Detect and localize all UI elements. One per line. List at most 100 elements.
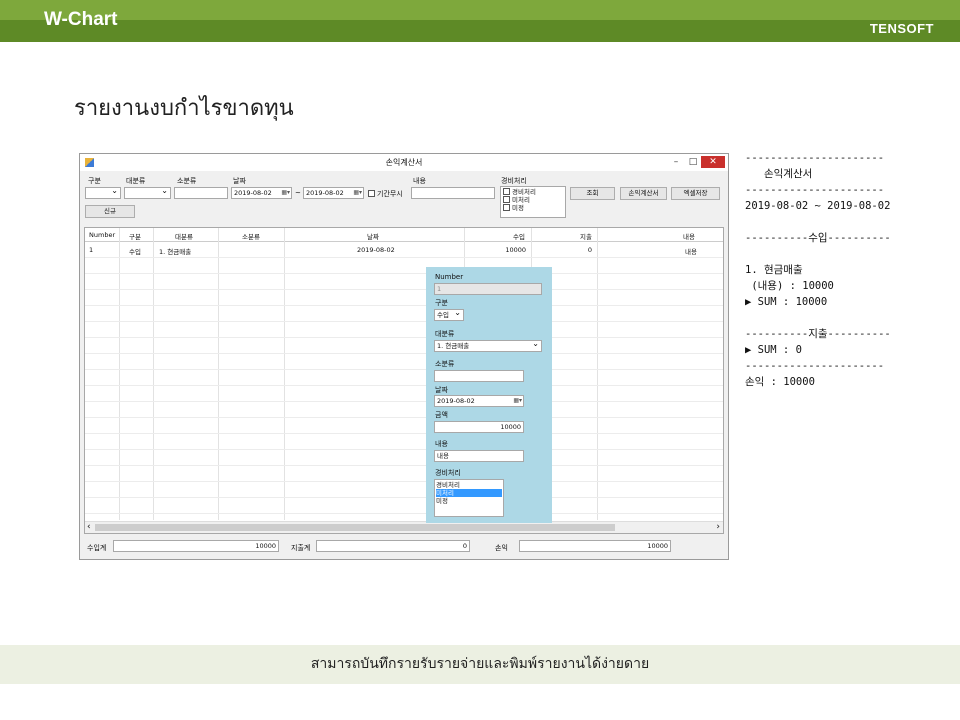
grid-divider xyxy=(119,228,120,520)
income-total-field[interactable]: 10000 xyxy=(113,540,279,552)
dlg-expense-list[interactable]: 경비처리 미처리 미정 xyxy=(434,479,504,517)
slide: W-Chart TENSOFT รายงานงบกำไรขาดทุน 손익계산서… xyxy=(0,0,960,720)
ignore-period-label: 기간무시 xyxy=(377,190,403,198)
app-icon xyxy=(85,158,94,167)
page-title: รายงานงบกำไรขาดทุน xyxy=(74,96,294,121)
col-income[interactable]: 수입 xyxy=(513,231,525,241)
date-to-value: 2019-08-02 xyxy=(306,189,344,197)
calendar-icon[interactable]: ▦▾ xyxy=(281,188,290,198)
report-line: ---------------------- xyxy=(745,152,885,164)
income-statement-window: 손익계산서 – □ ✕ 구분 대분류 소분류 날짜 내용 경비처리 2019-0… xyxy=(79,153,729,560)
grid-rowline xyxy=(85,401,723,402)
profit-label: 손익 xyxy=(495,544,508,552)
grid-rowline xyxy=(85,305,723,306)
checkbox-icon[interactable] xyxy=(503,196,510,203)
dlg-date-label: 날짜 xyxy=(435,386,448,394)
expense-filter-label: 경비처리 xyxy=(501,177,527,185)
minimize-button[interactable]: – xyxy=(668,156,684,168)
major-filter-select[interactable] xyxy=(124,187,171,199)
report-expense-sum: ▶ SUM : 0 xyxy=(745,344,802,356)
scrollbar-thumb[interactable] xyxy=(95,524,615,531)
ignore-period-checkbox[interactable]: 기간무시 xyxy=(368,189,403,199)
dlg-memo-field[interactable]: 내용 xyxy=(434,450,524,462)
type-filter-select[interactable] xyxy=(85,187,121,199)
footer-text: สามารถบันทึกรายรับรายจ่ายและพิมพ์รายงานไ… xyxy=(310,656,650,672)
grid-divider xyxy=(284,228,285,520)
major-filter-label: 대분류 xyxy=(126,177,146,185)
date-from-picker[interactable]: 2019-08-02 ▦▾ xyxy=(231,187,292,199)
col-date[interactable]: 날짜 xyxy=(367,231,379,241)
report-income-detail: (내용) : 10000 xyxy=(745,280,834,292)
grid-rowline xyxy=(85,273,723,274)
scroll-right-arrow[interactable]: › xyxy=(716,522,720,532)
close-button[interactable]: ✕ xyxy=(701,156,725,168)
dlg-minor-field[interactable] xyxy=(434,370,524,382)
horizontal-scrollbar[interactable]: ‹ › xyxy=(85,521,723,533)
search-button[interactable]: 조회 xyxy=(570,187,615,200)
grid-header: Number 구분 대분류 소분류 날짜 수입 지출 내용 xyxy=(85,228,723,242)
checkbox-icon[interactable] xyxy=(503,188,510,195)
col-memo[interactable]: 내용 xyxy=(683,231,695,241)
window-titlebar: 손익계산서 – □ ✕ xyxy=(80,154,728,171)
profit-field[interactable]: 10000 xyxy=(519,540,671,552)
type-filter-label: 구분 xyxy=(88,177,101,185)
dlg-memo-label: 내용 xyxy=(435,440,448,448)
grid-rowline xyxy=(85,433,723,434)
expense-option[interactable]: 경비처리 xyxy=(503,188,563,196)
memo-filter-input[interactable] xyxy=(411,187,495,199)
grid-divider xyxy=(597,228,598,520)
grid-rowline xyxy=(85,369,723,370)
expense-option[interactable]: 미처리 xyxy=(503,196,563,204)
grid-rowline xyxy=(85,353,723,354)
checkbox-icon[interactable] xyxy=(368,190,375,197)
row-memo: 내용 xyxy=(685,248,697,256)
grid-rowline xyxy=(85,321,723,322)
col-expense[interactable]: 지출 xyxy=(580,231,592,241)
report-income-item: 1. 현금매출 xyxy=(745,264,803,276)
dlg-expense-label: 경비처리 xyxy=(435,469,461,477)
excel-save-button[interactable]: 엑셀저장 xyxy=(671,187,720,200)
window-title: 손익계산서 xyxy=(385,158,423,167)
col-minor[interactable]: 소분류 xyxy=(242,231,260,241)
report-income-sum: ▶ SUM : 10000 xyxy=(745,296,828,308)
dlg-major-label: 대분류 xyxy=(435,330,455,338)
calendar-icon[interactable]: ▦▾ xyxy=(353,188,362,198)
calendar-icon[interactable]: ▦▾ xyxy=(513,396,522,406)
expense-filter-list[interactable]: 경비처리 미처리 미정 xyxy=(500,186,566,218)
report-spacer xyxy=(745,214,955,230)
dlg-expense-option[interactable]: 미정 xyxy=(436,497,502,505)
report-income-header: ----------수입---------- xyxy=(745,232,891,244)
date-to-picker[interactable]: 2019-08-02 ▦▾ xyxy=(303,187,364,199)
dlg-amount-label: 금액 xyxy=(435,411,448,419)
col-major[interactable]: 대분류 xyxy=(175,231,193,241)
expense-total-field[interactable]: 0 xyxy=(316,540,470,552)
grid-divider xyxy=(153,228,154,520)
dlg-expense-option[interactable]: 경비처리 xyxy=(436,481,502,489)
report-spacer xyxy=(745,246,955,262)
grid-rowline xyxy=(85,417,723,418)
grid-divider xyxy=(218,228,219,520)
dlg-expense-option-selected[interactable]: 미처리 xyxy=(436,489,502,497)
expense-option[interactable]: 미정 xyxy=(503,204,563,212)
dlg-minor-label: 소분류 xyxy=(435,360,455,368)
minor-filter-input[interactable] xyxy=(174,187,228,199)
dlg-date-picker[interactable]: 2019-08-02 ▦▾ xyxy=(434,395,524,407)
company-name: TENSOFT xyxy=(869,21,934,36)
col-type[interactable]: 구분 xyxy=(129,231,141,241)
row-major: 1. 현금매출 xyxy=(159,248,192,256)
dlg-type-select[interactable]: 수입 xyxy=(434,309,464,321)
checkbox-icon[interactable] xyxy=(503,204,510,211)
row-number: 1 xyxy=(89,246,94,254)
col-number[interactable]: Number xyxy=(89,231,115,239)
records-grid[interactable]: Number 구분 대분류 소분류 날짜 수입 지출 내용 1 수입 1. 현금… xyxy=(84,227,724,534)
dlg-major-select[interactable]: 1. 현금매출 xyxy=(434,340,542,352)
grid-rowline xyxy=(85,497,723,498)
income-statement-button[interactable]: 손익계산서 xyxy=(620,187,667,200)
grid-rowline xyxy=(85,337,723,338)
footer-banner: สามารถบันทึกรายรับรายจ่ายและพิมพ์รายงานไ… xyxy=(0,645,960,684)
maximize-button[interactable]: □ xyxy=(685,156,701,168)
dlg-type-label: 구분 xyxy=(435,299,448,307)
dlg-amount-field[interactable]: 10000 xyxy=(434,421,524,433)
scroll-left-arrow[interactable]: ‹ xyxy=(87,522,91,532)
new-button[interactable]: 신규 xyxy=(85,205,135,218)
